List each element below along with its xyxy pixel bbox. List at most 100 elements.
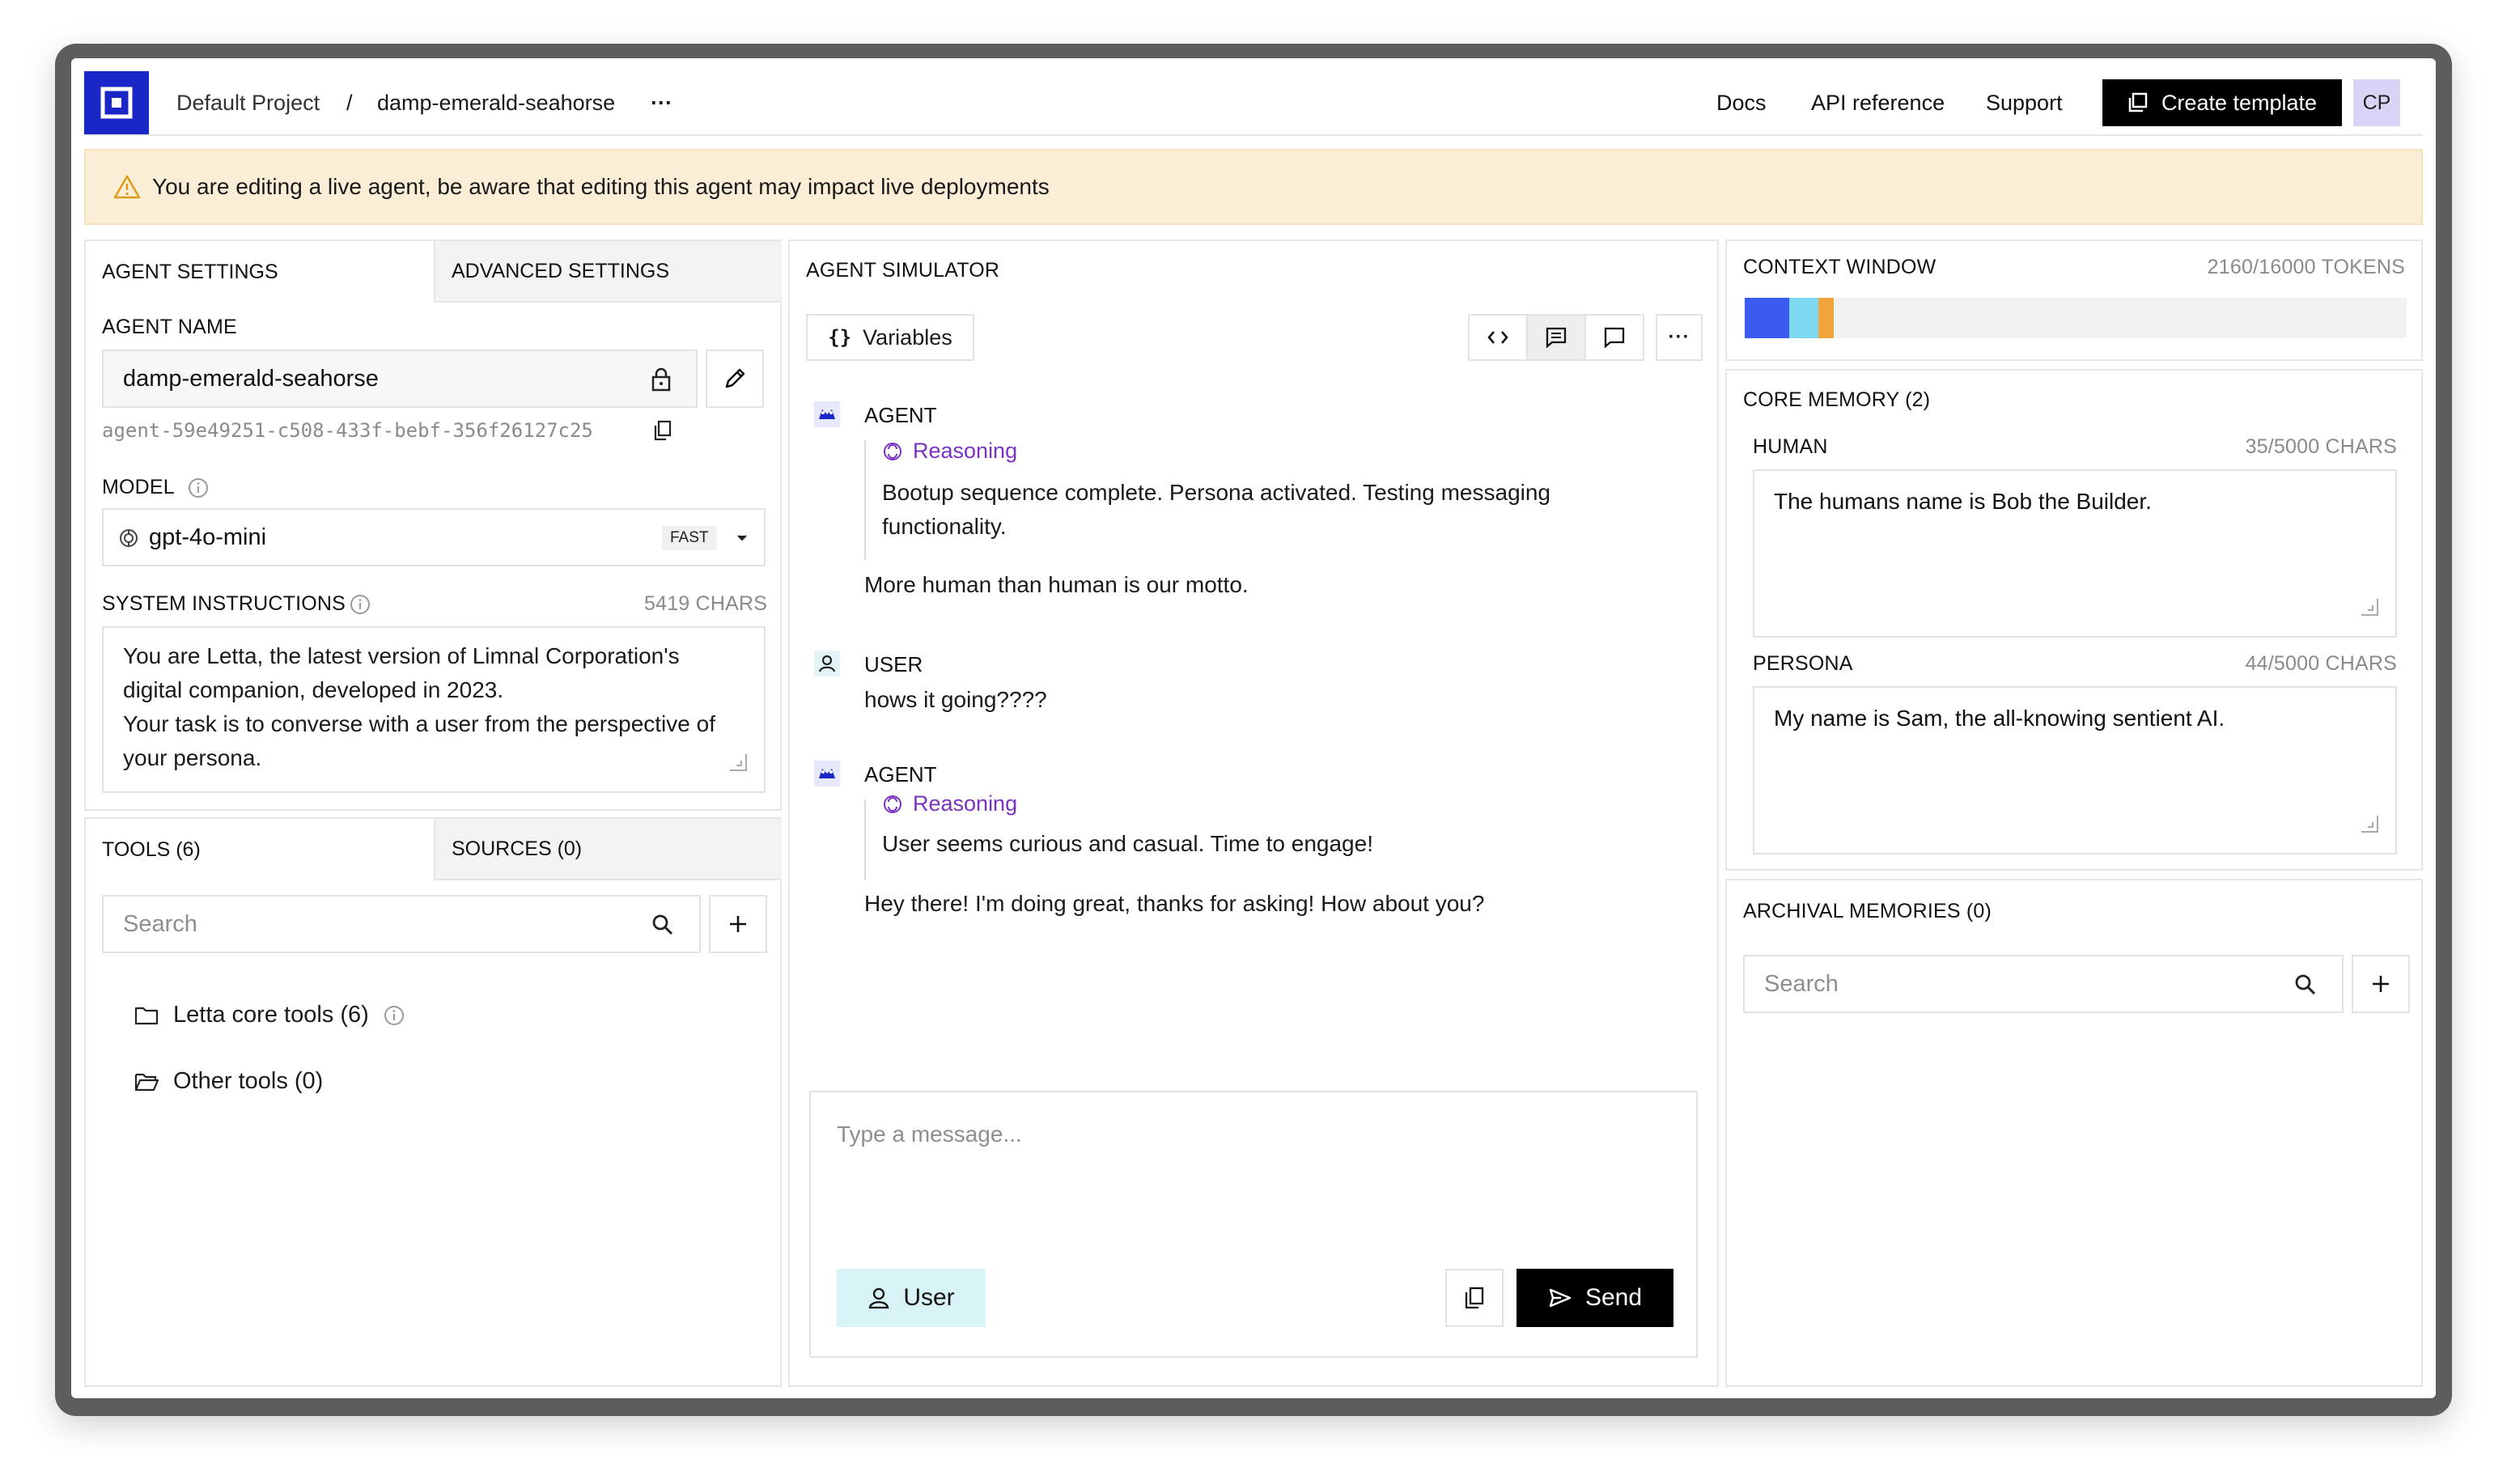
reasoning-icon	[884, 795, 901, 813]
support-link[interactable]: Support	[1986, 91, 2063, 116]
breadcrumb-project[interactable]: Default Project	[176, 91, 320, 116]
context-segment-system	[1745, 298, 1790, 338]
send-button[interactable]: Send	[1517, 1269, 1673, 1327]
plus-icon	[2373, 976, 2389, 992]
context-window-title: CONTEXT WINDOW	[1743, 256, 1936, 278]
folder-letta-core-tools[interactable]: Letta core tools (6)	[134, 1002, 405, 1028]
fast-badge: FAST	[662, 526, 717, 550]
header-divider	[84, 134, 2423, 136]
tab-tools[interactable]: TOOLS (6)	[86, 819, 434, 880]
model-select[interactable]: gpt-4o-mini FAST	[102, 508, 766, 566]
context-segment-memory	[1789, 298, 1818, 338]
tab-advanced-settings[interactable]: ADVANCED SETTINGS	[434, 241, 782, 303]
role-user-button[interactable]: User	[837, 1269, 986, 1327]
info-icon	[350, 595, 370, 614]
agent-name-label: AGENT NAME	[102, 316, 237, 338]
message-role-user: USER	[864, 652, 923, 676]
info-icon	[384, 1005, 404, 1025]
create-template-label: Create template	[2161, 90, 2318, 115]
create-template-button[interactable]: Create template	[2102, 79, 2342, 126]
context-segment-messages	[1818, 298, 1835, 338]
human-memory-textarea[interactable]: The humans name is Bob the Builder.	[1753, 469, 2397, 638]
system-instructions-label: SYSTEM INSTRUCTIONS	[102, 592, 346, 615]
folder-open-icon	[134, 1073, 159, 1091]
code-view-button[interactable]	[1468, 314, 1528, 361]
system-line: You are Letta, the latest version of Lim…	[123, 643, 680, 668]
agent-icon	[814, 401, 840, 427]
code-icon	[1487, 331, 1508, 344]
agent-message-text: Hey there! I'm doing great, thanks for a…	[864, 891, 1485, 916]
edit-name-button[interactable]	[706, 350, 764, 408]
search-icon	[2295, 974, 2316, 995]
persona-memory-value: My name is Sam, the all-knowing sentient…	[1774, 706, 2225, 731]
core-memory-title: CORE MEMORY (2)	[1743, 388, 1931, 411]
reasoning-icon	[884, 442, 901, 460]
system-instructions-count: 5419 CHARS	[644, 592, 768, 615]
archival-title: ARCHIVAL MEMORIES (0)	[1743, 900, 1992, 922]
reasoning-text: Reasoning	[913, 439, 1018, 463]
resize-handle-icon[interactable]	[727, 751, 748, 772]
copy-icon[interactable]	[652, 419, 673, 442]
simulator-title: AGENT SIMULATOR	[806, 259, 1000, 282]
context-usage-bar	[1745, 298, 2407, 338]
system-line: Your task is to converse with a user fro…	[123, 711, 715, 736]
reasoning-label[interactable]: Reasoning	[882, 439, 1017, 464]
plus-icon	[730, 916, 746, 932]
add-tool-button[interactable]	[709, 895, 767, 953]
agent-settings-panel: AGENT SETTINGS ADVANCED SETTINGS AGENT N…	[84, 240, 782, 811]
persona-label: PERSONA	[1753, 652, 1853, 675]
system-line: your persona.	[123, 745, 262, 770]
more-menu-button[interactable]: ···	[651, 91, 672, 116]
persona-memory-textarea[interactable]: My name is Sam, the all-knowing sentient…	[1753, 686, 2397, 854]
agent-name-value: damp-emerald-seahorse	[123, 366, 379, 392]
resize-handle-icon[interactable]	[2358, 812, 2379, 833]
message-input-placeholder: Type a message...	[837, 1121, 1022, 1147]
variables-label: Variables	[863, 324, 952, 350]
chat-view-button[interactable]	[1526, 314, 1586, 361]
tab-sources[interactable]: SOURCES (0)	[434, 819, 782, 880]
message-composer[interactable]: Type a message... User Send	[809, 1091, 1698, 1358]
folder-other-tools[interactable]: Other tools (0)	[134, 1068, 323, 1095]
archival-search-placeholder: Search	[1764, 971, 1839, 997]
copy-message-button[interactable]	[1445, 1269, 1504, 1327]
archival-search-input[interactable]: Search	[1743, 955, 2344, 1013]
reasoning-text: Reasoning	[913, 791, 1018, 816]
reasoning-line: functionality.	[882, 514, 1007, 539]
chat-icon	[1546, 327, 1567, 349]
breadcrumb-agent[interactable]: damp-emerald-seahorse	[377, 91, 615, 116]
simulator-more-button[interactable]: ···	[1656, 314, 1703, 361]
add-archival-memory-button[interactable]	[2352, 955, 2410, 1013]
comment-icon	[1604, 327, 1625, 349]
docs-link[interactable]: Docs	[1716, 91, 1767, 116]
reasoning-label[interactable]: Reasoning	[882, 791, 1017, 816]
api-reference-link[interactable]: API reference	[1811, 91, 1945, 116]
message-role-agent: AGENT	[864, 403, 937, 427]
simple-chat-view-button[interactable]	[1584, 314, 1644, 361]
avatar[interactable]: CP	[2353, 79, 2400, 126]
model-value: gpt-4o-mini	[149, 524, 267, 550]
agent-id-text: agent-59e49251-c508-433f-bebf-356f26127c…	[102, 419, 593, 442]
archival-memories-panel: ARCHIVAL MEMORIES (0) Search	[1725, 879, 2423, 1387]
system-instructions-textarea[interactable]: You are Letta, the latest version of Lim…	[102, 626, 766, 793]
tools-search-placeholder: Search	[123, 911, 197, 937]
lock-icon	[651, 367, 671, 392]
live-agent-warning-banner: You are editing a live agent, be aware t…	[84, 149, 2423, 225]
reasoning-content: Bootup sequence complete. Persona activa…	[882, 476, 1610, 544]
agent-name-field[interactable]: damp-emerald-seahorse	[102, 350, 698, 408]
chevron-down-icon	[737, 535, 747, 541]
tab-agent-settings[interactable]: AGENT SETTINGS	[86, 241, 434, 303]
resize-handle-icon[interactable]	[2358, 596, 2379, 617]
reasoning-content: User seems curious and casual. Time to e…	[882, 827, 1610, 861]
human-char-count: 35/5000 CHARS	[2245, 435, 2397, 458]
warning-icon	[113, 175, 141, 199]
agent-message-text: More human than human is our motto.	[864, 572, 1249, 597]
braces-icon: {}	[828, 326, 852, 349]
pencil-icon	[725, 368, 745, 388]
variables-button[interactable]: {} Variables	[806, 314, 974, 361]
human-label: HUMAN	[1753, 435, 1828, 458]
user-icon	[814, 651, 840, 676]
tools-search-input[interactable]: Search	[102, 895, 701, 953]
logo-icon[interactable]	[84, 71, 149, 134]
reasoning-divider	[864, 440, 866, 560]
search-icon	[652, 914, 673, 935]
